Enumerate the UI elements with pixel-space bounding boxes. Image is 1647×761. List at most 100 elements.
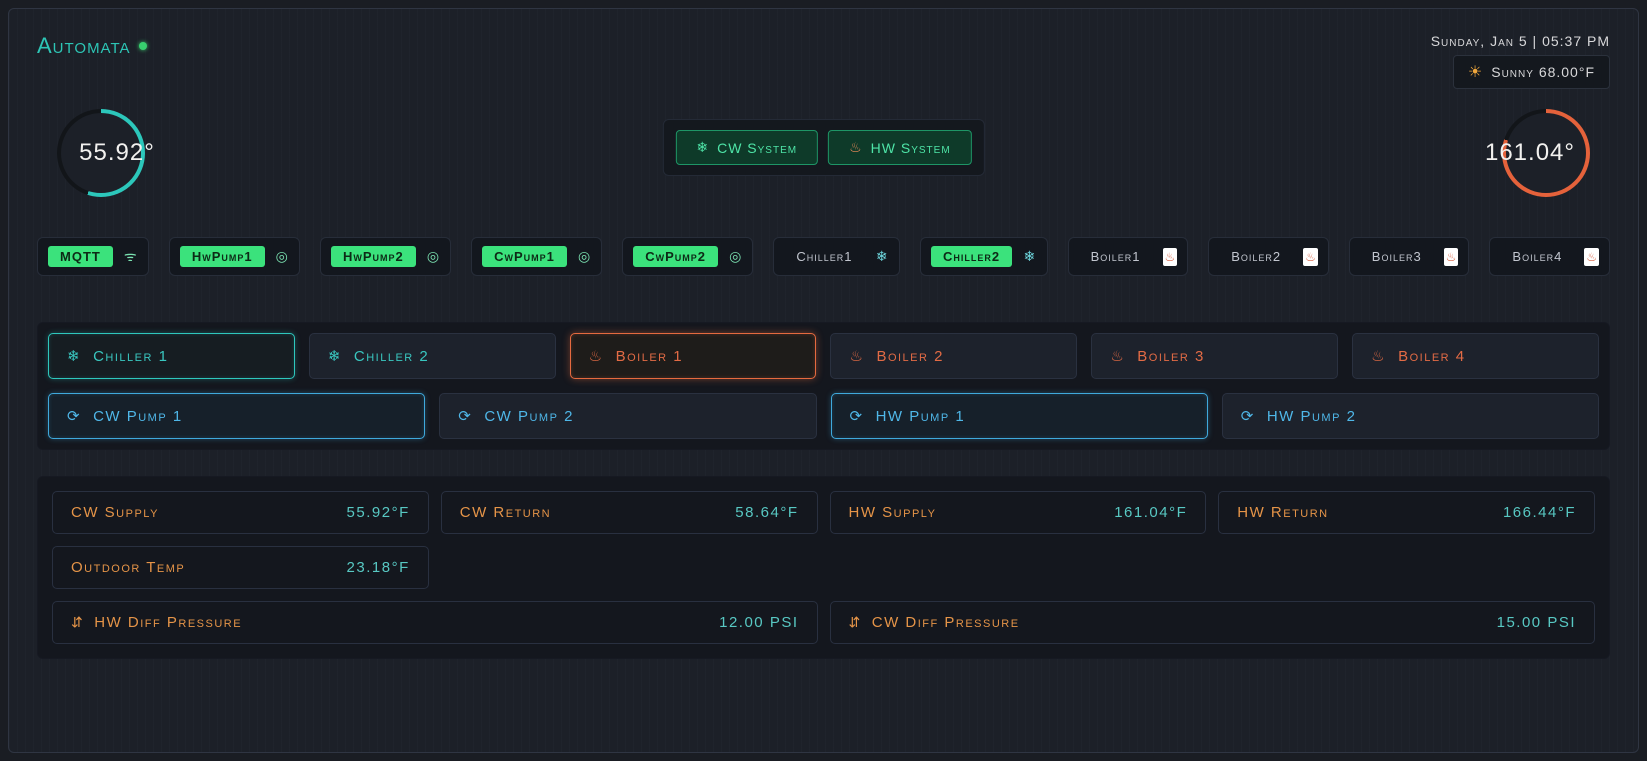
reading-value: 166.44°F	[1503, 504, 1576, 521]
snowflake-icon: ❄	[1022, 248, 1036, 266]
fire-icon: ♨	[1303, 248, 1318, 266]
status-badge-cwpump2[interactable]: CwPump2 ◎	[622, 237, 753, 276]
reading-label: ⇵ HW Diff Pressure	[71, 614, 242, 631]
reading-value: 55.92°F	[347, 504, 410, 521]
tile-label: HW Pump 2	[1267, 408, 1357, 425]
status-badge-label: Boiler1	[1079, 246, 1153, 267]
readings-panel: CW Supply 55.92°F CW Return 58.64°F HW S…	[37, 476, 1610, 659]
reading-hw-supply: HW Supply 161.04°F	[830, 491, 1207, 534]
snowflake-icon: ❄	[328, 347, 342, 365]
equipment-row-2: ⟳CW Pump 1⟳CW Pump 2⟳HW Pump 1⟳HW Pump 2	[48, 393, 1599, 439]
status-badge-chiller2[interactable]: Chiller2 ❄	[920, 237, 1048, 276]
status-dot-icon	[139, 42, 147, 50]
reading-spacer	[441, 546, 1595, 589]
tile-hwpump1[interactable]: ⟳ HW Pump 1	[831, 393, 1208, 439]
status-badge-hwpump1[interactable]: HwPump1◎	[169, 237, 300, 276]
status-badge-chiller1[interactable]: Chiller1 ❄	[773, 237, 900, 276]
gauges-row: 55.92° ❄ CW System ♨ HW System 161.04°	[37, 99, 1610, 229]
tile-label: Boiler 1	[616, 348, 684, 365]
cw-system-button[interactable]: ❄ CW System	[675, 130, 818, 165]
pump-icon: ◎	[426, 248, 440, 266]
heat-icon: ♨	[849, 347, 864, 365]
fire-icon: ♨	[1163, 248, 1178, 266]
status-badge-boiler4[interactable]: Boiler4♨	[1489, 237, 1610, 276]
reading-label: Outdoor Temp	[71, 559, 185, 576]
reading-value: 15.00 PSI	[1497, 614, 1576, 631]
reading-hw-return: HW Return 166.44°F	[1218, 491, 1595, 534]
status-badge-boiler2[interactable]: Boiler2 ♨	[1208, 237, 1329, 276]
equipment-row-1: ❄Chiller 1 ❄ Chiller 2 ♨ Boiler 1 ♨ Boiler 2 ♨ B…	[48, 333, 1599, 379]
status-badge-cwpump1[interactable]: CwPump1 ◎	[471, 237, 602, 276]
heat-icon: ♨	[1110, 347, 1125, 365]
tile-chiller2[interactable]: ❄ Chiller 2	[309, 333, 556, 379]
pump-icon: ⟳	[67, 407, 81, 425]
pump-icon: ⟳	[850, 407, 864, 425]
pump-icon: ⟳	[1241, 407, 1255, 425]
pump-icon: ◎	[577, 248, 591, 266]
heat-icon: ♨	[1371, 347, 1386, 365]
tile-boiler1[interactable]: ♨ Boiler 1	[570, 333, 817, 379]
tile-label: Chiller 1	[93, 348, 168, 365]
status-badge-label: HwPump2	[331, 246, 416, 267]
snowflake-icon: ❄	[875, 248, 889, 266]
reading-value: 23.18°F	[347, 559, 410, 576]
wifi-icon: ᯤ	[123, 248, 138, 266]
status-badge-label: Boiler3	[1360, 246, 1434, 267]
status-badge-label: CwPump2	[633, 246, 718, 267]
sun-icon: ☀	[1468, 62, 1483, 82]
reading-label: CW Return	[460, 504, 551, 521]
reading-outdoor-temp: Outdoor Temp 23.18°F	[52, 546, 429, 589]
tile-label: CW Pump 2	[484, 408, 574, 425]
heat-icon: ♨	[849, 139, 863, 156]
tile-boiler4[interactable]: ♨ Boiler 4	[1352, 333, 1599, 379]
tile-cwpump2[interactable]: ⟳ CW Pump 2	[439, 393, 816, 439]
tile-label: Boiler 3	[1137, 348, 1205, 365]
reading-value: 12.00 PSI	[719, 614, 798, 631]
reading-cw-supply: CW Supply 55.92°F	[52, 491, 429, 534]
status-badge-mqtt[interactable]: MQTT ᯤ	[37, 237, 149, 276]
system-toggle-panel: ❄ CW System ♨ HW System	[662, 119, 984, 176]
pressure-icon: ⇵	[849, 614, 862, 631]
tile-cwpump1[interactable]: ⟳CW Pump 1	[48, 393, 425, 439]
tile-chiller1[interactable]: ❄Chiller 1	[48, 333, 295, 379]
reading-label: HW Return	[1237, 504, 1328, 521]
reading-label: HW Supply	[849, 504, 937, 521]
status-badge-label: MQTT	[48, 246, 113, 267]
reading-hw-diff-pressure: ⇵ HW Diff Pressure 12.00 PSI	[52, 601, 818, 644]
tile-label: Boiler 2	[876, 348, 944, 365]
reading-label: CW Supply	[71, 504, 159, 521]
status-badge-label: Chiller1	[784, 246, 864, 267]
weather-text: Sunny 68.00°F	[1491, 64, 1595, 80]
heat-icon: ♨	[589, 347, 604, 365]
pump-icon: ◎	[728, 248, 742, 266]
tile-label: HW Pump 1	[876, 408, 966, 425]
hw-gauge-value: 161.04°	[1450, 139, 1610, 167]
app-frame: Automata Sunday, Jan 5 | 05:37 PM ☀ Sunn…	[8, 8, 1639, 753]
tile-boiler3[interactable]: ♨ Boiler 3	[1091, 333, 1338, 379]
reading-cw-return: CW Return 58.64°F	[441, 491, 818, 534]
status-badge-label: CwPump1	[482, 246, 567, 267]
status-badge-hwpump2[interactable]: HwPump2 ◎	[320, 237, 451, 276]
reading-value: 161.04°F	[1114, 504, 1187, 521]
cw-system-label: CW System	[717, 140, 797, 156]
tile-boiler2[interactable]: ♨ Boiler 2	[830, 333, 1077, 379]
header-bar: Automata Sunday, Jan 5 | 05:37 PM ☀ Sunn…	[37, 33, 1610, 89]
header-right: Sunday, Jan 5 | 05:37 PM ☀ Sunny 68.00°F	[1431, 33, 1610, 89]
hw-system-button[interactable]: ♨ HW System	[828, 130, 972, 165]
equipment-panel: ❄Chiller 1 ❄ Chiller 2 ♨ Boiler 1 ♨ Boiler 2 ♨ B…	[37, 322, 1610, 450]
status-badge-label: Boiler2	[1219, 246, 1293, 267]
status-badge-boiler1[interactable]: Boiler1 ♨	[1068, 237, 1189, 276]
tile-label: Chiller 2	[354, 348, 429, 365]
pump-icon: ⟳	[458, 407, 472, 425]
status-badge-boiler3[interactable]: Boiler3 ♨	[1349, 237, 1470, 276]
snowflake-icon: ❄	[696, 139, 709, 156]
tile-hwpump2[interactable]: ⟳ HW Pump 2	[1222, 393, 1599, 439]
tile-label: Boiler 4	[1398, 348, 1466, 365]
status-badge-row: MQTT ᯤ HwPump1◎ HwPump2 ◎ CwPump1 ◎ CwPump2 ◎ Chi…	[37, 237, 1610, 276]
status-badge-label: Chiller2	[931, 246, 1012, 267]
status-badge-label: HwPump1	[180, 246, 265, 267]
reading-label: ⇵ CW Diff Pressure	[849, 614, 1020, 631]
fire-icon: ♨	[1584, 248, 1599, 266]
fire-icon: ♨	[1444, 248, 1459, 266]
cw-gauge-value: 55.92°	[37, 139, 197, 167]
